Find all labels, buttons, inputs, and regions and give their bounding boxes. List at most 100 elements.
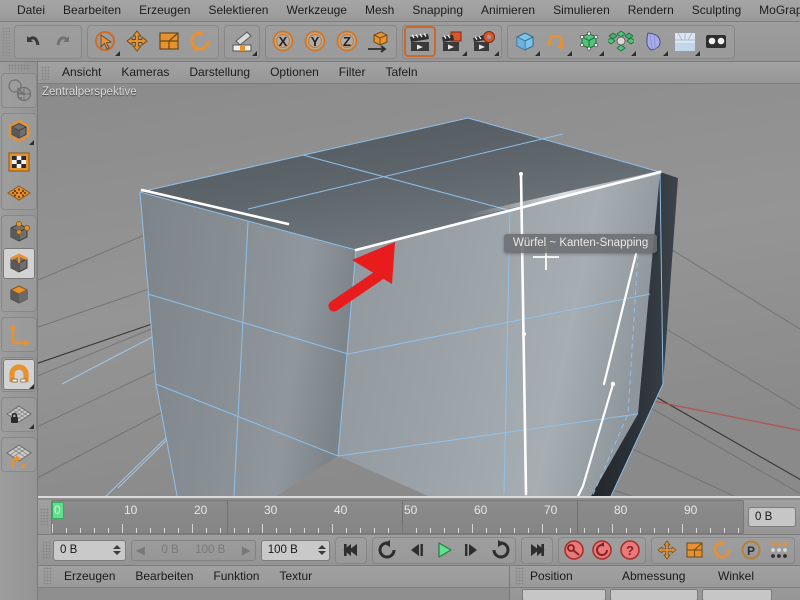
coordinate-field-size-x[interactable]: [610, 588, 698, 600]
transport-grip[interactable]: [42, 541, 51, 559]
axis-modify-button[interactable]: [3, 319, 35, 350]
menu-item-selektieren[interactable]: Selektieren: [199, 1, 277, 20]
menu-item-animieren[interactable]: Animieren: [472, 1, 544, 20]
menu-item-mograph[interactable]: MoGraph: [750, 1, 800, 20]
range-end-value: 100 B: [195, 544, 226, 556]
viewport-menu-filter[interactable]: Filter: [329, 63, 376, 82]
render-view-button[interactable]: [404, 26, 436, 57]
go-to-end-button[interactable]: [523, 538, 551, 563]
axis-lock-z-button[interactable]: Z: [331, 26, 363, 57]
current-frame-spinner[interactable]: [112, 542, 123, 559]
move-tool-button[interactable]: [121, 26, 153, 57]
axis-lock-x-button[interactable]: X: [267, 26, 299, 57]
scale-key-button[interactable]: [681, 538, 709, 563]
left-palette-grip[interactable]: [7, 64, 30, 71]
paint-tool-button[interactable]: [226, 26, 258, 57]
viewport-menu-tafeln[interactable]: Tafeln: [375, 63, 427, 82]
menu-item-bearbeiten[interactable]: Bearbeiten: [54, 1, 130, 20]
menu-item-mesh[interactable]: Mesh: [356, 1, 403, 20]
texture-mode-button[interactable]: [3, 146, 35, 177]
toolbar-grip[interactable]: [2, 26, 11, 57]
coordinate-field-position-x[interactable]: [522, 588, 606, 600]
scale-tool-button[interactable]: [153, 26, 185, 57]
generator-button[interactable]: [573, 26, 605, 57]
parametric-key-button[interactable]: P: [737, 538, 765, 563]
material-manager-grip[interactable]: [43, 567, 52, 585]
range-left-arrow-icon[interactable]: ◀: [136, 543, 145, 557]
menu-item-rendern[interactable]: Rendern: [619, 1, 683, 20]
edges-mode-button[interactable]: [2, 248, 35, 279]
viewport-3d[interactable]: Y Z X Zentralperspektive Würfel ~ Kanten…: [38, 84, 800, 498]
live-selection-button[interactable]: [89, 26, 121, 57]
timeline-grip[interactable]: [40, 508, 49, 526]
play-backwards-loop-button[interactable]: [374, 538, 402, 563]
autokey-icon: [592, 540, 612, 560]
frame-range-field[interactable]: ◀ 0 B 100 B ▶: [130, 539, 256, 561]
material-menu-erzeugen[interactable]: Erzeugen: [54, 567, 125, 586]
timeline-ruler[interactable]: 0102030405060708090100: [51, 500, 744, 534]
rotate-icon: [190, 29, 210, 52]
position-key-button[interactable]: [653, 538, 681, 563]
cube-object[interactable]: [139, 117, 678, 498]
polygons-mode-button[interactable]: [3, 279, 35, 310]
menu-item-datei[interactable]: Datei: [8, 1, 54, 20]
material-manager-menu: Erzeugen Bearbeiten Funktion Textur: [38, 566, 509, 586]
axis-lock-y-button[interactable]: Y: [299, 26, 331, 57]
left-tool-palette: [0, 62, 38, 600]
keyframe-selection-button[interactable]: ?: [616, 538, 644, 563]
camera-button[interactable]: [701, 26, 733, 57]
end-frame-spinner[interactable]: [316, 542, 327, 559]
viewport-menu-grip[interactable]: [41, 65, 50, 80]
points-mode-button[interactable]: [3, 217, 35, 248]
material-menu-bearbeiten[interactable]: Bearbeiten: [125, 567, 203, 586]
end-frame-field[interactable]: 100 B: [260, 539, 330, 561]
deformer-button[interactable]: [637, 26, 669, 57]
pla-key-button[interactable]: [765, 538, 793, 563]
play-button[interactable]: [430, 538, 458, 563]
deformer-icon: [646, 31, 661, 51]
spline-button[interactable]: [541, 26, 573, 57]
redo-button[interactable]: [48, 26, 80, 57]
coordinate-manager-grip[interactable]: [515, 567, 524, 585]
material-manager-body[interactable]: [38, 588, 509, 600]
menu-item-erzeugen[interactable]: Erzeugen: [130, 1, 199, 20]
workplane-rotate-button[interactable]: [3, 439, 35, 470]
loop-button[interactable]: [486, 538, 514, 563]
rotation-key-button[interactable]: [709, 538, 737, 563]
cube-primitive-button[interactable]: [509, 26, 541, 57]
menu-item-werkzeuge[interactable]: Werkzeuge: [277, 1, 355, 20]
render-settings-button[interactable]: [468, 26, 500, 57]
viewport-menu-darstellung[interactable]: Darstellung: [179, 63, 260, 82]
environment-button[interactable]: [669, 26, 701, 57]
current-frame-field[interactable]: 0 B: [53, 539, 126, 561]
render-region-button[interactable]: [436, 26, 468, 57]
step-back-button[interactable]: [402, 538, 430, 563]
go-to-start-button[interactable]: [337, 538, 365, 563]
rotate-tool-button[interactable]: [185, 26, 217, 57]
workplane-mode-button[interactable]: [3, 177, 35, 208]
model-mode-button[interactable]: [3, 115, 35, 146]
workplane-lock-button[interactable]: [3, 399, 35, 430]
world-coordinate-button[interactable]: [363, 26, 395, 57]
record-key-button[interactable]: [560, 538, 588, 563]
snap-magnet-button[interactable]: [2, 359, 35, 390]
viewport-menu-ansicht[interactable]: Ansicht: [52, 63, 111, 82]
material-menu-textur[interactable]: Textur: [269, 567, 322, 586]
range-right-arrow-icon[interactable]: ▶: [242, 543, 251, 557]
undo-view-button[interactable]: [3, 75, 35, 106]
material-menu-funktion[interactable]: Funktion: [203, 567, 269, 586]
timeline-end-field[interactable]: 0 B: [748, 507, 796, 527]
undo-button[interactable]: [16, 26, 48, 57]
mograph-button[interactable]: [605, 26, 637, 57]
step-forward-button[interactable]: [458, 538, 486, 563]
viewport-menu-optionen[interactable]: Optionen: [260, 63, 329, 82]
viewport-menu-kameras[interactable]: Kameras: [111, 63, 179, 82]
menu-item-sculpting[interactable]: Sculpting: [683, 1, 750, 20]
menu-item-snapping[interactable]: Snapping: [403, 1, 472, 20]
timeline-tick: [276, 528, 277, 533]
timeline-tick: [304, 528, 305, 533]
coordinate-field-angle-h[interactable]: [702, 588, 772, 600]
menu-item-simulieren[interactable]: Simulieren: [544, 1, 619, 20]
autokey-button[interactable]: [588, 538, 616, 563]
generator-icon: [580, 31, 598, 50]
